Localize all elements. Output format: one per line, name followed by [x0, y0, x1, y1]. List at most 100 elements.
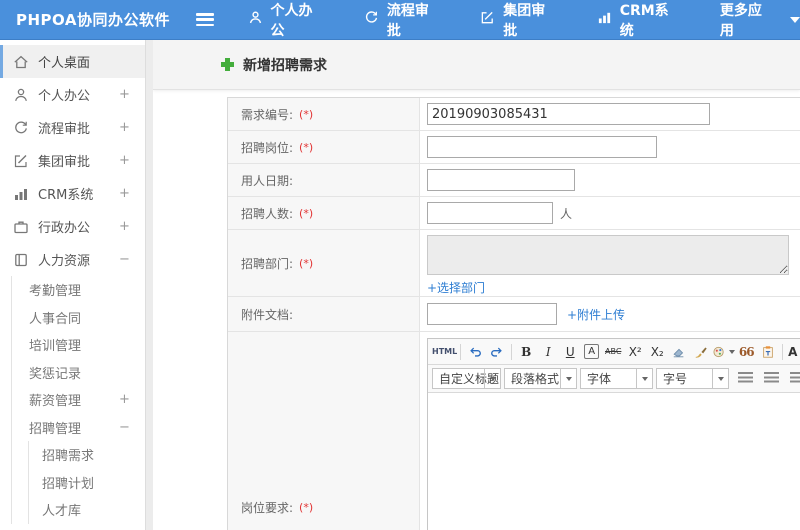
field-label: 附件文档:	[241, 307, 294, 322]
required-mark: (*)	[299, 501, 314, 514]
sidebar-item-label: 个人桌面	[38, 56, 91, 71]
font-family-select[interactable]: 字体	[580, 368, 653, 389]
nav-workflow-approval[interactable]: 流程审批	[364, 0, 440, 40]
field-label: 需求编号:	[241, 107, 294, 122]
nav-crm-system[interactable]: CRM系统	[597, 0, 680, 40]
font-size-select[interactable]: 字号	[656, 368, 729, 389]
sidebar-item-workflow-approval[interactable]: 流程审批 +	[0, 111, 145, 144]
sidebar-item-recruitment-plan[interactable]: 招聘计划	[29, 469, 145, 497]
font-border-button[interactable]: A	[584, 344, 600, 359]
nav-label: 个人办公	[270, 2, 313, 39]
sidebar-item-label: 人力资源	[38, 254, 91, 269]
expand-toggle[interactable]: −	[119, 420, 145, 435]
undo-icon[interactable]	[464, 342, 486, 362]
attachment-input[interactable]	[427, 303, 557, 325]
underline-button[interactable]: U	[559, 342, 581, 362]
nav-label: 集团审批	[503, 2, 546, 39]
attachment-upload-link[interactable]: +附件上传	[567, 306, 625, 323]
sidebar-item-label: 集团审批	[38, 155, 91, 170]
rich-text-editor: HTML B I U A ABC X² X₂ 66 A 自定义标题 段落格式 字…	[427, 338, 800, 530]
process-icon	[13, 120, 29, 136]
eraser-icon[interactable]	[668, 342, 690, 362]
headcount-input[interactable]	[427, 202, 553, 224]
expand-toggle[interactable]: +	[119, 87, 145, 102]
sidebar-item-label: 流程审批	[38, 122, 91, 137]
nav-label: CRM系统	[619, 2, 669, 39]
form-row-demand-number: 需求编号: (*)	[228, 98, 800, 131]
hamburger-menu-icon[interactable]	[195, 13, 214, 26]
expand-toggle[interactable]: +	[119, 120, 145, 135]
sidebar-item-recruitment-management[interactable]: 招聘管理 −	[12, 414, 145, 442]
sidebar-item-training-management[interactable]: 培训管理	[12, 331, 145, 359]
nav-group-approval[interactable]: 集团审批	[480, 0, 556, 40]
sidebar-item-talent-pool[interactable]: 人才库	[29, 496, 145, 524]
sidebar-item-recruitment-demand[interactable]: 招聘需求	[29, 441, 145, 469]
recruitment-position-input[interactable]	[427, 136, 657, 158]
sidebar-item-group-approval[interactable]: 集团审批 +	[0, 144, 145, 177]
editor-content-area[interactable]	[428, 393, 800, 530]
edit-icon	[480, 10, 503, 29]
expand-toggle[interactable]: +	[119, 186, 145, 201]
form-row-recruitment-position: 招聘岗位: (*)	[228, 131, 800, 164]
recruiting-department-textarea[interactable]	[427, 235, 789, 275]
unit-suffix: 人	[560, 206, 573, 221]
nav-more-apps[interactable]: 更多应用	[720, 0, 774, 40]
hiring-date-input[interactable]	[427, 169, 575, 191]
form-row-job-requirements: 岗位要求: (*) HTML B I U A ABC X² X₂ 66 A 自定…	[228, 332, 800, 530]
top-bar: PHPOA协同办公软件 个人办公 流程审批 集团审批 CRM系统 更多应用	[0, 0, 800, 40]
required-mark: (*)	[299, 140, 314, 154]
redo-icon[interactable]	[486, 342, 508, 362]
field-label: 招聘岗位:	[241, 140, 294, 155]
form-row-headcount: 招聘人数: (*) 人	[228, 197, 800, 230]
strikethrough-button[interactable]: ABC	[602, 342, 624, 362]
user-icon	[248, 10, 271, 29]
expand-toggle[interactable]: +	[119, 392, 145, 407]
align-center-icon[interactable]	[763, 372, 779, 385]
bold-button[interactable]: B	[515, 342, 537, 362]
sidebar-item-label: 个人办公	[38, 89, 91, 104]
sidebar-item-attendance-management[interactable]: 考勤管理	[12, 276, 145, 304]
paragraph-format-select[interactable]: 段落格式	[504, 368, 577, 389]
color-palette-icon[interactable]	[712, 342, 736, 362]
subscript-button[interactable]: X₂	[646, 342, 668, 362]
sidebar: 个人桌面 个人办公 + 流程审批 + 集团审批 + CRM系统 + 行政办公 +…	[0, 40, 146, 530]
align-right-icon[interactable]	[789, 372, 800, 385]
sidebar-item-label: 招聘需求	[42, 449, 95, 465]
html-source-button[interactable]: HTML	[432, 342, 457, 362]
process-icon	[364, 10, 387, 29]
edit-icon	[13, 153, 29, 169]
sidebar-item-label: CRM系统	[38, 188, 94, 203]
expand-toggle[interactable]: −	[119, 252, 145, 267]
sidebar-item-label: 行政办公	[38, 221, 91, 236]
italic-button[interactable]: I	[537, 342, 559, 362]
format-brush-icon[interactable]	[690, 342, 712, 362]
align-left-icon[interactable]	[737, 372, 753, 385]
custom-title-select[interactable]: 自定义标题	[432, 368, 501, 389]
font-color-button[interactable]: A	[786, 342, 800, 362]
sidebar-item-crm-system[interactable]: CRM系统 +	[0, 177, 145, 210]
sidebar-item-rewards-records[interactable]: 奖惩记录	[12, 359, 145, 387]
sidebar-item-personal-office[interactable]: 个人办公 +	[0, 78, 145, 111]
caret-down-icon	[484, 369, 500, 388]
paste-icon[interactable]	[757, 342, 779, 362]
sidebar-item-label: 招聘管理	[29, 421, 82, 437]
sidebar-item-label: 招聘计划	[42, 476, 95, 492]
form-row-hiring-date: 用人日期:	[228, 164, 800, 197]
sidebar-item-admin-office[interactable]: 行政办公 +	[0, 210, 145, 243]
caret-down-icon[interactable]	[790, 16, 800, 23]
required-mark: (*)	[299, 206, 314, 220]
sidebar-item-hr-contracts[interactable]: 人事合同	[12, 304, 145, 332]
nav-personal-office[interactable]: 个人办公	[248, 0, 324, 40]
sidebar-item-salary-management[interactable]: 薪资管理 +	[12, 386, 145, 414]
superscript-button[interactable]: X²	[624, 342, 646, 362]
home-icon	[13, 54, 29, 70]
field-label: 用人日期:	[241, 173, 294, 188]
required-mark: (*)	[299, 107, 314, 121]
blockquote-button[interactable]: 66	[735, 342, 757, 362]
select-department-link[interactable]: +选择部门	[427, 279, 485, 296]
sidebar-item-human-resources[interactable]: 人力资源 −	[0, 243, 145, 276]
sidebar-item-personal-desktop[interactable]: 个人桌面	[0, 45, 145, 78]
expand-toggle[interactable]: +	[119, 153, 145, 168]
expand-toggle[interactable]: +	[119, 219, 145, 234]
demand-number-input[interactable]	[427, 103, 710, 125]
